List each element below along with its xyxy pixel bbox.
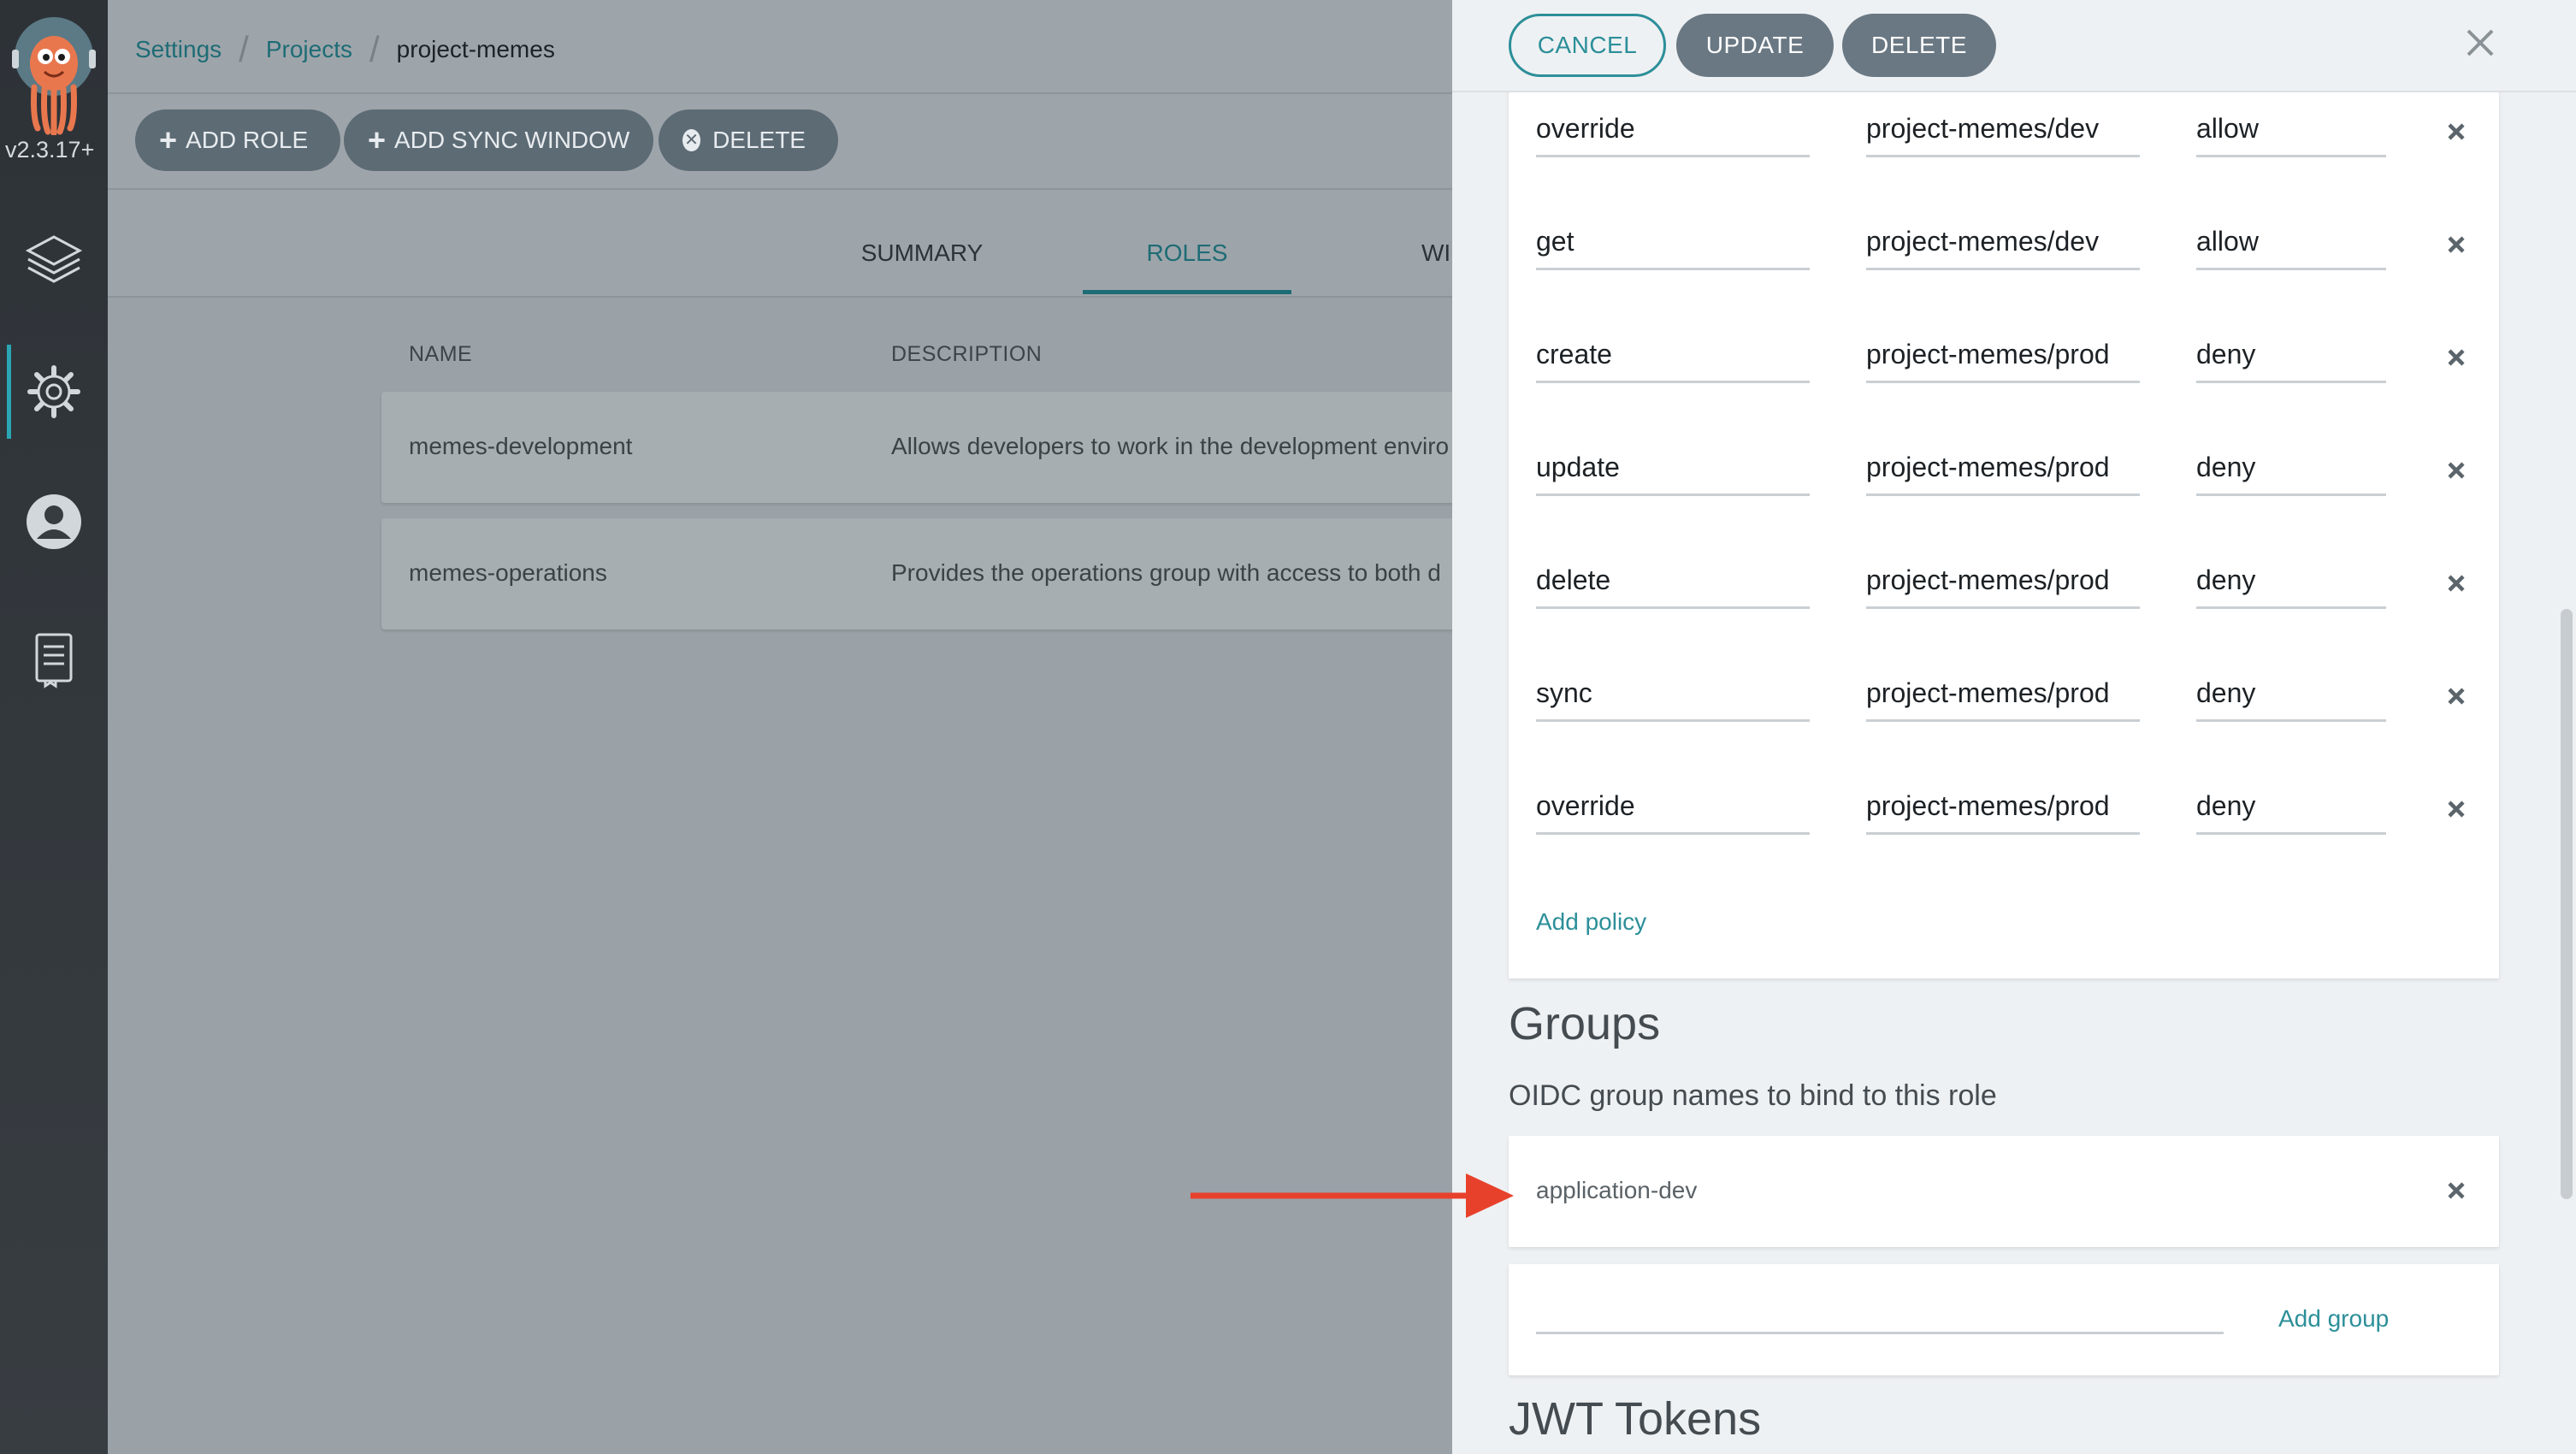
policy-permission-field[interactable]: deny [2196,556,2386,609]
delete-project-label: DELETE [712,127,806,153]
remove-policy-icon[interactable] [2441,455,2472,486]
left-nav: v2.3.17+ [0,0,108,1454]
breadcrumb-projects[interactable]: Projects [266,36,352,63]
new-group-input[interactable] [1536,1281,2224,1334]
policy-action-field[interactable]: delete [1536,556,1810,609]
version-label: v2.3.17+ [5,137,95,163]
plus-icon: + [368,122,387,157]
remove-policy-icon[interactable] [2441,681,2472,712]
policy-object-field[interactable]: project-memes/dev [1866,217,2140,270]
groups-subtitle: OIDC group names to bind to this role [1509,1079,1997,1112]
delete-role-button[interactable]: DELETE [1842,14,1996,77]
docs-icon [35,633,73,689]
drawer-scrollbar[interactable] [2561,609,2573,1199]
main-content: Settings / Projects / project-memes + AD… [108,0,1579,1454]
plus-icon: + [159,122,178,157]
policy-action-field[interactable]: override [1536,782,1810,835]
nav-user-info[interactable] [0,475,108,569]
table-row[interactable]: memes-operations Provides the operations… [381,518,1579,629]
annotation-arrow-icon [1191,1173,1514,1218]
groups-title: Groups [1509,998,1661,1049]
policy-action-field[interactable]: get [1536,217,1810,270]
user-icon [27,494,81,549]
policy-action-field[interactable]: create [1536,330,1810,383]
add-group-link[interactable]: Add group [2278,1305,2389,1333]
policy-permission-field[interactable]: deny [2196,782,2386,835]
nav-settings[interactable] [0,345,108,439]
drawer-header: CANCEL UPDATE DELETE [1452,0,2576,92]
gear-icon [27,365,80,418]
add-role-label: ADD ROLE [186,127,309,153]
policy-permission-field[interactable]: allow [2196,104,2386,157]
tab-bar: SUMMARY ROLES WI [108,190,1452,298]
column-header-description: DESCRIPTION [891,342,1043,366]
breadcrumb: Settings / Projects / project-memes [135,29,555,70]
add-sync-window-label: ADD SYNC WINDOW [394,127,630,153]
close-icon[interactable] [2456,19,2504,67]
add-policy-link[interactable]: Add policy [1536,908,1646,936]
layers-icon [25,235,83,283]
group-item: application-dev [1509,1136,2499,1247]
remove-policy-icon[interactable] [2441,568,2472,599]
policy-permission-field[interactable]: deny [2196,330,2386,383]
add-role-button[interactable]: + ADD ROLE [135,109,340,171]
policy-object-field[interactable]: project-memes/prod [1866,443,2140,496]
remove-policy-icon[interactable] [2441,116,2472,147]
group-name: application-dev [1536,1177,1698,1203]
remove-policy-icon[interactable] [2441,342,2472,373]
role-name: memes-development [409,433,633,459]
breadcrumb-settings[interactable]: Settings [135,36,222,63]
breadcrumb-current: project-memes [396,36,555,62]
remove-policy-icon[interactable] [2441,794,2472,825]
policy-object-field[interactable]: project-memes/dev [1866,104,2140,157]
policy-action-field[interactable]: override [1536,104,1810,157]
column-header-name: NAME [409,342,473,366]
nav-documentation[interactable] [0,612,108,706]
policy-object-field[interactable]: project-memes/prod [1866,556,2140,609]
remove-policy-icon[interactable] [2441,229,2472,260]
breadcrumb-separator: / [369,29,380,69]
policy-action-field[interactable]: sync [1536,669,1810,722]
table-row[interactable]: memes-development Allows developers to w… [381,392,1579,503]
tab-windows[interactable]: WI [1421,239,1456,294]
role-description: Provides the operations group with acces… [891,559,1441,586]
add-group-card: Add group [1509,1264,2499,1375]
close-circle-icon: ✕ [682,129,701,151]
nav-applications[interactable] [0,214,108,308]
policy-permission-field[interactable]: deny [2196,443,2386,496]
tab-summary[interactable]: SUMMARY [836,239,1007,294]
policy-permission-field[interactable]: allow [2196,217,2386,270]
policy-object-field[interactable]: project-memes/prod [1866,330,2140,383]
tab-roles[interactable]: ROLES [1083,239,1291,294]
argo-logo[interactable] [9,15,99,137]
role-name: memes-operations [409,559,607,586]
role-edit-drawer: CANCEL UPDATE DELETE override project-me… [1452,0,2576,1454]
update-button[interactable]: UPDATE [1676,14,1834,77]
policy-permission-field[interactable]: deny [2196,669,2386,722]
jwt-tokens-title: JWT Tokens [1509,1393,1762,1445]
add-sync-window-button[interactable]: + ADD SYNC WINDOW [344,109,653,171]
toolbar: + ADD ROLE + ADD SYNC WINDOW ✕ DELETE [108,94,1452,190]
policies-card: override project-memes/dev allow get pro… [1509,72,2499,978]
cancel-button[interactable]: CANCEL [1509,14,1666,77]
policy-object-field[interactable]: project-memes/prod [1866,782,2140,835]
delete-project-button[interactable]: ✕ DELETE [659,109,838,171]
breadcrumb-separator: / [239,29,249,69]
policy-object-field[interactable]: project-memes/prod [1866,669,2140,722]
policy-action-field[interactable]: update [1536,443,1810,496]
role-description: Allows developers to work in the develop… [891,433,1450,459]
remove-group-icon[interactable] [2441,1175,2472,1206]
top-bar: Settings / Projects / project-memes [108,0,1452,94]
